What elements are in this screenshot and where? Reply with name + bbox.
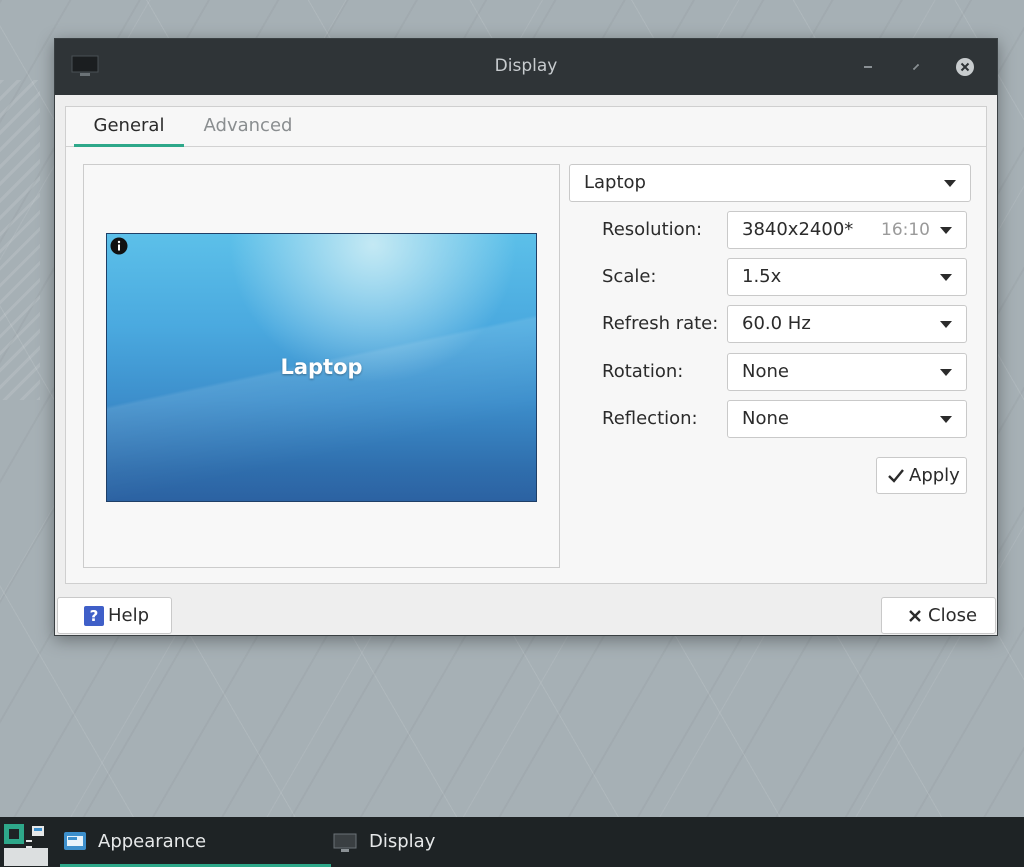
chevron-down-icon xyxy=(940,321,952,328)
resolution-label: Resolution: xyxy=(602,219,703,240)
chevron-down-icon xyxy=(940,274,952,281)
chevron-down-icon xyxy=(944,180,956,187)
monitor-label: Laptop xyxy=(280,355,363,379)
check-icon xyxy=(888,469,904,483)
menu-icon[interactable] xyxy=(4,822,48,866)
resolution-select[interactable]: 3840x2400* 16:10 xyxy=(727,211,967,249)
scale-label: Scale: xyxy=(602,266,657,287)
close-button-label: Close xyxy=(928,605,978,626)
chevron-down-icon xyxy=(940,227,952,234)
settings-panel: General Advanced Laptop Laptop Resolutio… xyxy=(65,106,987,584)
tab-bar: General Advanced xyxy=(66,107,986,147)
resolution-value: 3840x2400* xyxy=(742,219,854,240)
chevron-down-icon xyxy=(940,416,952,423)
scale-value: 1.5x xyxy=(742,266,782,287)
close-icon[interactable] xyxy=(955,57,975,77)
title-bar[interactable]: Display xyxy=(55,39,997,95)
taskbar-item-appearance[interactable]: Appearance xyxy=(60,817,331,867)
help-button-label: Help xyxy=(108,605,150,626)
tab-general[interactable]: General xyxy=(74,107,184,147)
display-preview-area: Laptop xyxy=(83,164,560,568)
appearance-icon xyxy=(64,832,86,850)
scale-select[interactable]: 1.5x xyxy=(727,258,967,296)
window-title: Display xyxy=(494,56,558,76)
refresh-rate-label: Refresh rate: xyxy=(602,313,719,334)
close-x-icon xyxy=(909,610,921,622)
apply-button[interactable]: Apply xyxy=(876,457,967,494)
tab-advanced[interactable]: Advanced xyxy=(188,107,308,147)
help-icon: ? xyxy=(84,606,104,626)
monitor-icon xyxy=(333,833,357,852)
reflection-value: None xyxy=(742,408,789,429)
aspect-ratio-hint: 16:10 xyxy=(881,220,930,240)
chevron-down-icon xyxy=(940,369,952,376)
taskbar-item-display[interactable]: Display xyxy=(331,817,571,867)
restore-icon[interactable] xyxy=(906,57,926,77)
refresh-rate-select[interactable]: 60.0 Hz xyxy=(727,305,967,343)
apply-button-label: Apply xyxy=(909,465,960,486)
help-button[interactable]: ? Help xyxy=(57,597,172,634)
display-window: Display General Advanced Laptop Laptop R… xyxy=(54,38,998,636)
rotation-value: None xyxy=(742,361,789,382)
rotation-label: Rotation: xyxy=(602,361,684,382)
monitor-preview[interactable]: Laptop xyxy=(106,233,537,502)
refresh-rate-value: 60.0 Hz xyxy=(742,313,811,334)
display-select[interactable]: Laptop xyxy=(569,164,971,202)
reflection-select[interactable]: None xyxy=(727,400,967,438)
minimize-icon[interactable] xyxy=(858,57,878,77)
display-select-value: Laptop xyxy=(584,172,646,193)
close-button[interactable]: Close xyxy=(881,597,996,634)
taskbar-item-label: Display xyxy=(369,831,436,852)
info-icon[interactable] xyxy=(110,237,128,255)
taskbar: Appearance Display xyxy=(0,817,1024,867)
rotation-select[interactable]: None xyxy=(727,353,967,391)
reflection-label: Reflection: xyxy=(602,408,698,429)
taskbar-item-label: Appearance xyxy=(98,831,207,852)
desktop-decoration xyxy=(0,80,40,400)
